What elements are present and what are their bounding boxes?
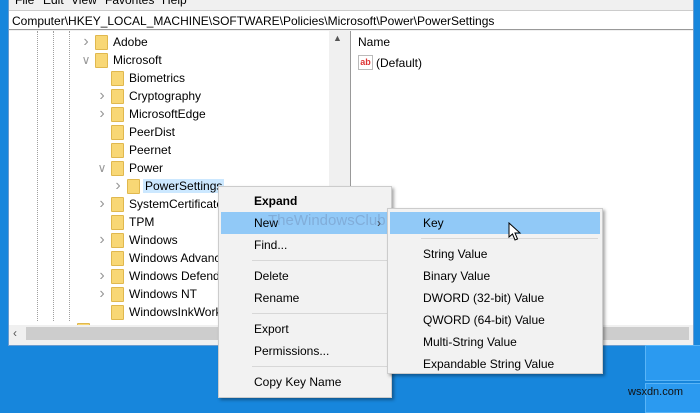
folder-icon xyxy=(111,269,124,284)
menu-separator xyxy=(252,366,387,367)
menu-item-label: Binary Value xyxy=(423,269,491,283)
chevron-right-icon[interactable]: › xyxy=(97,87,107,105)
menu-item-label: Export xyxy=(254,322,289,336)
menu-favorites[interactable]: Favorites xyxy=(105,0,154,7)
menu-item-label: String Value xyxy=(423,247,488,261)
menu-item-expand[interactable]: Expand xyxy=(221,190,389,212)
menu-item-label: Rename xyxy=(254,291,300,305)
chevron-right-icon[interactable]: › xyxy=(97,231,107,249)
tree-item-label: Microsoft xyxy=(113,53,162,67)
tree-item-label: SystemCertificates xyxy=(129,197,230,211)
menu-item-multi-string-value[interactable]: Multi-String Value xyxy=(390,331,600,353)
menu-edit[interactable]: Edit xyxy=(43,0,64,7)
taskbar-tile xyxy=(645,345,700,381)
menu-item-label: Multi-String Value xyxy=(423,335,517,349)
mouse-cursor-icon xyxy=(508,222,522,241)
menu-item-label: Delete xyxy=(254,269,289,283)
tree-guide-line xyxy=(69,31,70,321)
menu-item-label: QWORD (64-bit) Value xyxy=(423,313,545,327)
menu-item-label: Expandable String Value xyxy=(423,357,555,371)
menu-item-delete[interactable]: Delete xyxy=(221,265,389,287)
tree-item-label: Windows Defender xyxy=(129,269,231,283)
scroll-up-icon[interactable]: ▲ xyxy=(333,33,342,43)
chevron-right-icon[interactable]: › xyxy=(97,267,107,285)
menu-item-dword-32-bit-value[interactable]: DWORD (32-bit) Value xyxy=(390,287,600,309)
tree-item-label: Power xyxy=(129,161,164,175)
menu-item-permissions[interactable]: Permissions... xyxy=(221,340,389,362)
chevron-right-icon[interactable]: › xyxy=(97,285,107,303)
tree-item-label: Adobe xyxy=(113,35,148,49)
tree-item-label: Windows xyxy=(129,233,178,247)
menu-item-expandable-string-value[interactable]: Expandable String Value xyxy=(390,353,600,375)
folder-icon xyxy=(95,53,108,68)
tree-item-label: Windows NT xyxy=(129,287,198,301)
chevron-down-icon[interactable]: ∨ xyxy=(81,51,91,69)
tree-item-label: PeerDist xyxy=(129,125,176,139)
folder-icon xyxy=(111,107,124,122)
menu-file[interactable]: File xyxy=(15,0,34,7)
folder-icon xyxy=(111,125,124,140)
tree-item-label: Biometrics xyxy=(129,71,186,85)
chevron-right-icon: › xyxy=(377,216,381,230)
folder-icon xyxy=(111,215,124,230)
menu-item-label: Copy Key Name xyxy=(254,375,342,389)
chevron-right-icon[interactable]: › xyxy=(113,177,123,195)
new-submenu: Key String Value Binary Value DWORD (32-bit… xyxy=(387,208,603,374)
menu-item-label: Key xyxy=(423,216,444,230)
tree-guide-line xyxy=(53,31,54,321)
tree-item-label: Peernet xyxy=(129,143,172,157)
menu-item-copy-key-name[interactable]: Copy Key Name xyxy=(221,371,389,393)
chevron-right-icon[interactable]: › xyxy=(97,195,107,213)
menu-item-label: Find... xyxy=(254,238,288,252)
address-bar[interactable]: Computer\HKEY_LOCAL_MACHINE\SOFTWARE\Pol… xyxy=(9,10,693,30)
chevron-right-icon[interactable]: › xyxy=(97,105,107,123)
menu-item-label: New xyxy=(254,216,279,230)
value-name: (Default) xyxy=(376,56,423,70)
folder-icon xyxy=(111,71,124,86)
menu-separator xyxy=(252,260,387,261)
menu-item-find[interactable]: Find... xyxy=(221,234,389,256)
folder-icon xyxy=(111,251,124,266)
tree-item-label: TPM xyxy=(129,215,155,229)
menu-item-export[interactable]: Export xyxy=(221,318,389,340)
folder-icon xyxy=(111,161,124,176)
menu-bar: File Edit View Favorites Help xyxy=(9,0,693,9)
folder-icon xyxy=(127,179,140,194)
menu-item-new[interactable]: New › xyxy=(221,212,389,234)
menu-item-label: DWORD (32-bit) Value xyxy=(423,291,545,305)
menu-item-rename[interactable]: Rename xyxy=(221,287,389,309)
folder-icon xyxy=(111,233,124,248)
tree-guide-line xyxy=(37,31,38,321)
name-column-header[interactable]: Name xyxy=(358,35,390,49)
context-menu: Expand New › Find... Delete Rename Export Permi… xyxy=(218,186,392,398)
tree-item-label: Cryptography xyxy=(129,89,202,103)
menu-item-qword-64-bit-value[interactable]: QWORD (64-bit) Value xyxy=(390,309,600,331)
folder-icon xyxy=(111,89,124,104)
chevron-down-icon[interactable]: ∨ xyxy=(97,159,107,177)
string-value-icon: ab xyxy=(358,55,373,70)
menu-item-key[interactable]: Key xyxy=(390,212,600,234)
menu-help[interactable]: Help xyxy=(162,0,187,7)
menu-item-label: Expand xyxy=(254,194,298,208)
site-watermark: wsxdn.com xyxy=(628,386,684,398)
scroll-left-icon[interactable]: ‹ xyxy=(13,326,17,340)
folder-icon xyxy=(111,197,124,212)
menu-item-string-value[interactable]: String Value xyxy=(390,243,600,265)
menu-item-label: Permissions... xyxy=(254,344,330,358)
folder-icon xyxy=(111,287,124,302)
menu-separator xyxy=(252,313,387,314)
folder-icon xyxy=(95,35,108,50)
tree-item-label: MicrosoftEdge xyxy=(129,107,206,121)
folder-icon xyxy=(111,143,124,158)
folder-icon xyxy=(111,305,124,320)
tree-item-label: PowerSettings xyxy=(143,179,225,193)
chevron-right-icon[interactable]: › xyxy=(81,33,91,51)
menu-item-binary-value[interactable]: Binary Value xyxy=(390,265,600,287)
menu-view[interactable]: View xyxy=(71,0,97,7)
